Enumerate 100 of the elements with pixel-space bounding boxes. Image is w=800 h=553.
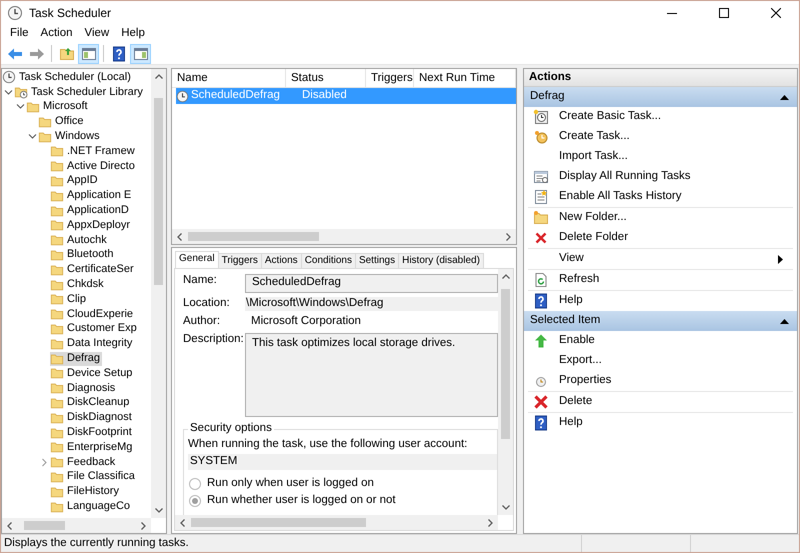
command-item[interactable]: Properties xyxy=(528,371,793,391)
tree-item[interactable]: Office xyxy=(38,114,86,129)
tree-item[interactable]: Clip xyxy=(50,292,88,306)
scroll-thumb[interactable] xyxy=(154,98,163,286)
tab[interactable]: Conditions xyxy=(300,253,356,268)
section-header[interactable]: Defrag xyxy=(524,87,797,107)
window-title: Task Scheduler xyxy=(29,6,112,20)
tree-item[interactable]: Microsoft xyxy=(26,100,90,114)
field-label: Name: xyxy=(183,274,218,288)
scroll-left-icon[interactable] xyxy=(178,518,188,528)
tree-item[interactable]: Diagnosis xyxy=(50,381,118,396)
menu-item[interactable]: File xyxy=(4,27,35,41)
tree-item[interactable]: FileHistory xyxy=(50,484,121,499)
radio-button[interactable] xyxy=(189,494,201,507)
triangle-up-icon[interactable] xyxy=(780,318,789,324)
folder-icon xyxy=(50,336,64,351)
tree-item[interactable]: Active Directo xyxy=(50,159,137,174)
menu-item[interactable]: Action xyxy=(34,27,78,41)
tree-item[interactable]: AppxDeployr xyxy=(50,218,132,232)
tree-item[interactable]: EnterpriseMg xyxy=(50,440,134,454)
scroll-right-icon[interactable] xyxy=(503,232,513,242)
column-header[interactable]: Triggers xyxy=(366,69,414,87)
tab[interactable]: General xyxy=(175,251,219,268)
column-header[interactable]: Name xyxy=(172,69,286,87)
tree-item[interactable]: ApplicationD xyxy=(50,204,131,218)
scroll-thumb[interactable] xyxy=(191,518,366,527)
tree-item[interactable]: CertificateSer xyxy=(50,262,136,277)
scroll-down-icon[interactable] xyxy=(154,505,164,515)
tree-item[interactable]: DiskFootprint xyxy=(50,426,134,440)
tree-item[interactable]: Chkdsk xyxy=(50,278,106,292)
vertical-scrollbar[interactable] xyxy=(498,269,513,515)
tree-item[interactable]: Task Scheduler (Local) xyxy=(2,70,133,84)
menu-item[interactable]: Help xyxy=(115,27,151,41)
command-item[interactable]: Help xyxy=(528,291,793,311)
folder-icon xyxy=(50,159,64,174)
tree-item[interactable]: Feedback xyxy=(50,455,118,470)
tree-item[interactable]: Task Scheduler Library xyxy=(14,85,145,100)
menu-item[interactable]: View xyxy=(78,27,116,41)
column-header[interactable]: Next Run Time xyxy=(414,69,516,87)
scroll-right-icon[interactable] xyxy=(485,518,495,528)
text-field[interactable]: ScheduledDefrag xyxy=(245,274,498,293)
scroll-right-icon[interactable] xyxy=(138,520,148,530)
prompt-text: When running the task, use the following user account: xyxy=(188,438,468,452)
close-icon xyxy=(771,8,781,18)
vertical-scrollbar[interactable] xyxy=(151,69,166,518)
console-tree-button[interactable] xyxy=(78,44,99,64)
tree-item[interactable]: DiskCleanup xyxy=(50,396,132,410)
command-item[interactable]: Delete Folder xyxy=(528,228,793,248)
command-item[interactable]: Create Basic Task... xyxy=(528,107,793,127)
radio-button[interactable] xyxy=(189,478,201,490)
radio-label[interactable]: Run only when user is logged on xyxy=(207,476,374,491)
command-item[interactable]: View xyxy=(528,249,793,269)
scroll-left-icon[interactable] xyxy=(5,520,15,530)
folder-icon xyxy=(50,366,64,380)
section-header[interactable]: Selected Item xyxy=(524,311,797,331)
triangle-up-icon[interactable] xyxy=(780,94,789,100)
tree-item[interactable]: CloudExperie xyxy=(50,307,136,322)
horizontal-scrollbar[interactable] xyxy=(172,229,516,244)
command-item[interactable]: Enable xyxy=(528,331,793,351)
tree-item[interactable]: LanguageCo xyxy=(50,500,132,514)
tab[interactable]: Actions xyxy=(260,253,302,268)
command-item[interactable]: Display All Running Tasks xyxy=(528,167,793,187)
horizontal-scrollbar[interactable] xyxy=(2,518,151,533)
chevron-down-icon[interactable] xyxy=(16,102,24,112)
column-header[interactable]: Status xyxy=(286,69,366,87)
chevron-right-icon[interactable] xyxy=(40,458,48,467)
tab[interactable]: History (disabled) xyxy=(398,253,484,268)
scroll-thumb[interactable] xyxy=(188,232,320,241)
command-item[interactable]: Refresh xyxy=(528,270,793,290)
tree-item[interactable]: Bluetooth xyxy=(50,248,116,262)
tree-item[interactable]: Customer Exp xyxy=(50,322,139,336)
tab[interactable]: Settings xyxy=(354,253,400,268)
command-item[interactable]: Create Task... xyxy=(528,127,793,147)
tree-item[interactable]: AppID xyxy=(50,174,100,188)
tree-item[interactable]: .NET Framew xyxy=(50,144,137,158)
tree-item[interactable]: File Classifica xyxy=(50,470,137,484)
tree-item[interactable]: Defrag xyxy=(50,352,102,366)
command-item[interactable]: Enable All Tasks History xyxy=(528,187,793,207)
tree-item[interactable]: DiskDiagnost xyxy=(50,410,134,425)
tree-item[interactable]: Autochk xyxy=(50,233,109,248)
radio-label[interactable]: Run whether user is logged on or not xyxy=(207,494,396,508)
tree-item[interactable]: Windows xyxy=(38,130,102,144)
scroll-down-icon[interactable] xyxy=(500,502,510,512)
chevron-down-icon[interactable] xyxy=(4,88,12,97)
command-item[interactable]: New Folder... xyxy=(528,208,793,228)
command-item[interactable]: Delete xyxy=(528,392,793,412)
tree-item[interactable]: Device Setup xyxy=(50,366,134,380)
horizontal-scrollbar[interactable] xyxy=(175,515,498,530)
scroll-thumb[interactable] xyxy=(501,289,510,440)
action-pane-button[interactable] xyxy=(130,44,151,64)
chevron-down-icon[interactable] xyxy=(28,132,36,142)
tab[interactable]: Triggers xyxy=(218,253,262,268)
command-item[interactable]: Import Task... xyxy=(528,147,793,167)
description-field[interactable]: This task optimizes local storage drives. xyxy=(245,332,498,417)
tree-item[interactable]: Application E xyxy=(50,188,134,203)
command-item[interactable]: Export... xyxy=(528,351,793,371)
scroll-left-icon[interactable] xyxy=(175,232,185,242)
command-item[interactable]: Help xyxy=(528,413,793,433)
scroll-thumb[interactable] xyxy=(24,521,65,530)
tree-item[interactable]: Data Integrity xyxy=(50,336,134,351)
